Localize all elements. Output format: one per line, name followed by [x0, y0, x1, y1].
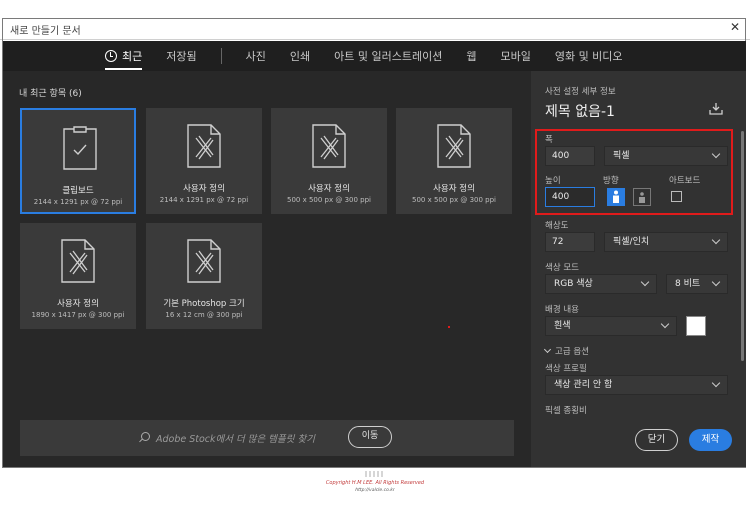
tab-art-illustration[interactable]: 아트 및 일러스트레이션 [334, 41, 442, 71]
preset-name: 사용자 정의 [183, 184, 225, 194]
preset-dims: 1890 x 1417 px @ 300 ppi [31, 311, 125, 319]
preset-dims: 2144 x 1291 px @ 72 ppi [159, 196, 249, 204]
new-document-dialog: 최근 저장됨 사진 인쇄 아트 및 일러스트레이션 웹 모바일 영화 및 비디오… [3, 41, 746, 467]
tab-label: 영화 및 비디오 [554, 50, 623, 63]
chevron-down-icon [543, 345, 552, 354]
preset-dims: 500 x 500 px @ 300 ppi [287, 196, 371, 204]
color-mode-label: 색상 모드 [545, 263, 579, 273]
preset-name: 기본 Photoshop 크기 [163, 299, 245, 309]
preset-name: 사용자 정의 [57, 299, 99, 309]
preset-card-clipboard[interactable]: 클립보드 2144 x 1291 px @ 72 ppi [20, 108, 136, 214]
watermark-logo [365, 471, 383, 477]
preset-card-custom[interactable]: 사용자 정의 2144 x 1291 px @ 72 ppi [146, 108, 262, 214]
preset-card-custom[interactable]: 사용자 정의 1890 x 1417 px @ 300 ppi [20, 223, 136, 329]
tab-label: 웹 [466, 50, 477, 63]
preset-dims: 16 x 12 cm @ 300 ppi [165, 311, 243, 319]
advanced-options-toggle[interactable]: 고급 옵션 [543, 345, 589, 357]
copyright-url: http://valcle.co.kr [355, 488, 395, 493]
recent-section-title: 내 최근 항목 (6) [19, 89, 82, 99]
bit-depth-select[interactable]: 8 비트 [666, 274, 728, 294]
tab-label: 사진 [245, 50, 266, 63]
color-profile-value: 색상 관리 안 함 [554, 380, 613, 390]
preset-dims: 500 x 500 px @ 300 ppi [412, 196, 496, 204]
save-preset-icon[interactable] [709, 103, 723, 115]
custom-doc-icon [187, 124, 221, 168]
resolution-input[interactable]: 72 [545, 232, 595, 252]
copyright-text: Copyright H.M LEE. All Rights Reserved [325, 480, 425, 486]
custom-doc-icon [437, 124, 471, 168]
chevron-down-icon [660, 319, 670, 329]
background-label: 배경 내용 [545, 305, 579, 315]
clipboard-doc-icon [63, 126, 97, 170]
color-profile-label: 색상 프로필 [545, 364, 587, 374]
color-profile-select[interactable]: 색상 관리 안 함 [545, 375, 728, 395]
bit-depth-value: 8 비트 [675, 279, 701, 289]
tab-label: 인쇄 [289, 50, 311, 63]
resolution-label: 해상도 [545, 221, 569, 231]
close-button[interactable]: 닫기 [635, 429, 678, 451]
tab-divider [220, 48, 222, 64]
tab-label: 최근 [122, 50, 143, 63]
color-mode-select[interactable]: RGB 색상 [545, 274, 657, 294]
advanced-options-label: 고급 옵션 [555, 347, 589, 357]
preset-card-default-photoshop[interactable]: 기본 Photoshop 크기 16 x 12 cm @ 300 ppi [146, 223, 262, 329]
panel-scrollbar[interactable] [741, 131, 744, 361]
tab-mobile[interactable]: 모바일 [500, 41, 530, 71]
tab-print[interactable]: 인쇄 [290, 41, 310, 71]
background-value: 흰색 [554, 321, 571, 331]
create-button[interactable]: 제작 [689, 429, 732, 451]
stock-go-button[interactable]: 이동 [348, 426, 392, 448]
background-color-swatch[interactable] [686, 316, 706, 336]
chevron-down-icon [711, 378, 721, 388]
adobe-stock-search: Adobe Stock에서 더 많은 템플릿 찾기 이동 [20, 420, 514, 456]
chevron-down-icon [640, 277, 650, 287]
stock-search-input[interactable]: Adobe Stock에서 더 많은 템플릿 찾기 [156, 431, 315, 445]
preset-name: 사용자 정의 [308, 184, 350, 194]
category-tabs: 최근 저장됨 사진 인쇄 아트 및 일러스트레이션 웹 모바일 영화 및 비디오 [3, 41, 746, 71]
custom-doc-icon [61, 239, 95, 283]
custom-doc-icon [187, 239, 221, 283]
clock-icon [105, 50, 117, 62]
tab-label: 저장됨 [166, 50, 197, 63]
annotation-highlight-box [535, 129, 733, 215]
chevron-down-icon [711, 277, 721, 287]
recent-panel: 내 최근 항목 (6) 클립보드 2144 x 1291 px @ 72 ppi… [3, 71, 531, 467]
preset-dims: 2144 x 1291 px @ 72 ppi [33, 198, 123, 206]
color-mode-value: RGB 색상 [554, 279, 593, 289]
preset-card-custom[interactable]: 사용자 정의 500 x 500 px @ 300 ppi [396, 108, 512, 214]
tab-saved[interactable]: 저장됨 [166, 41, 196, 71]
preset-card-custom[interactable]: 사용자 정의 500 x 500 px @ 300 ppi [271, 108, 387, 214]
pixel-aspect-label: 픽셀 종횡비 [545, 406, 587, 416]
tab-photo[interactable]: 사진 [246, 41, 266, 71]
resolution-unit-select[interactable]: 픽셀/인치 [604, 232, 728, 252]
tab-label: 아트 및 일러스트레이션 [334, 50, 443, 63]
resolution-unit-value: 픽셀/인치 [613, 237, 650, 247]
chevron-down-icon [711, 235, 721, 245]
tab-recent[interactable]: 최근 [105, 41, 143, 71]
tab-web[interactable]: 웹 [466, 41, 476, 71]
annotation-dot [448, 326, 450, 328]
preset-name: 클립보드 [62, 186, 94, 196]
preset-details-header: 사전 설정 세부 정보 [545, 87, 616, 97]
search-icon [141, 432, 150, 441]
tab-film-video[interactable]: 영화 및 비디오 [555, 41, 623, 71]
tab-label: 모바일 [500, 50, 531, 63]
document-title-input[interactable]: 제목 없음-1 [545, 101, 615, 121]
background-select[interactable]: 흰색 [545, 316, 677, 336]
custom-doc-icon [312, 124, 346, 168]
preset-name: 사용자 정의 [433, 184, 475, 194]
